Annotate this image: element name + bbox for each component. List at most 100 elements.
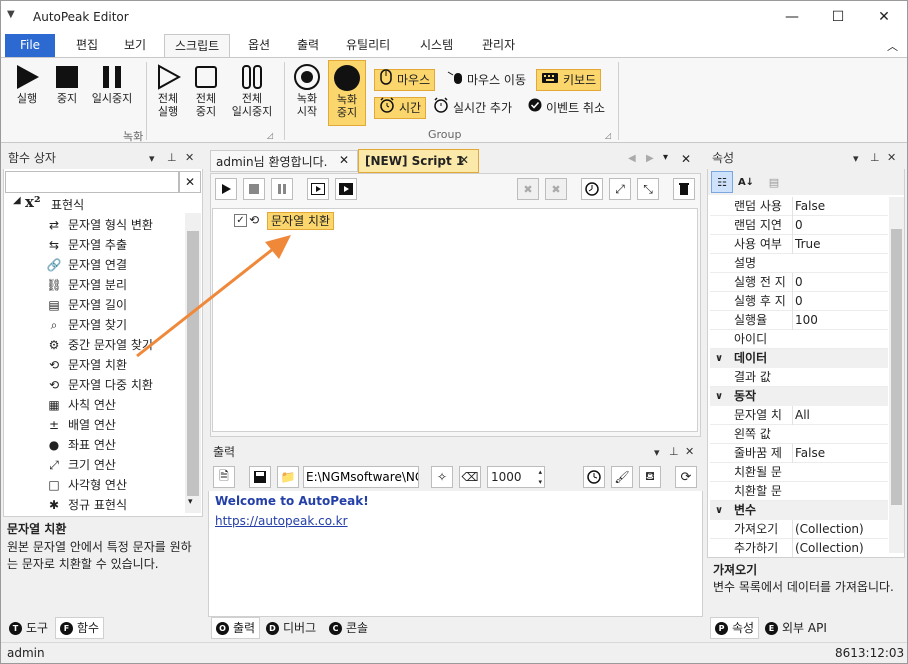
save-button[interactable]	[249, 466, 271, 488]
brush-button[interactable]: 🖌	[611, 466, 633, 488]
folder-icon: 📁	[280, 470, 296, 484]
property-value[interactable]: 0	[792, 216, 888, 235]
property-name: 설명	[734, 256, 757, 270]
property-row[interactable]: 왼쪽 값	[710, 425, 888, 444]
property-name: 문자열 치	[734, 408, 782, 422]
output-panel-title: 출력	[208, 441, 703, 463]
property-value[interactable]: (Collection)	[792, 539, 888, 558]
file-clock-icon: 🗎	[219, 468, 229, 483]
property-value[interactable]: All	[792, 406, 888, 425]
pin-icon[interactable]: ⊥	[870, 151, 880, 164]
status-time: 8613:12:03	[835, 646, 905, 660]
property-row[interactable]: 문자열 치 All	[710, 406, 888, 425]
property-row[interactable]: 추가하기 (Collection)	[710, 539, 888, 558]
tab-external-api[interactable]: E 외부 API	[761, 617, 831, 639]
category-title: 변수	[734, 503, 757, 517]
property-row[interactable]: 결과 값	[710, 368, 888, 387]
website-link[interactable]: https://autopeak.co.kr	[215, 514, 348, 528]
property-category[interactable]: ∨ 데이터	[710, 349, 888, 368]
tab-properties[interactable]: P 속성	[710, 617, 760, 639]
property-category[interactable]: ∨ 변수	[710, 501, 888, 520]
tab-debug[interactable]: D 디버그	[262, 617, 320, 639]
broom-icon: ✧	[436, 470, 448, 484]
property-name: 랜덤 지연	[734, 218, 782, 232]
clean-button[interactable]: ✧	[431, 466, 453, 488]
property-row[interactable]: 아이디	[710, 330, 888, 349]
property-name: 줄바꿈 제	[734, 446, 782, 460]
tab-console[interactable]: C 콘솔	[325, 617, 372, 639]
chevron-down-icon[interactable]: ∨	[715, 349, 723, 368]
property-name: 아이디	[734, 332, 768, 346]
pin-icon[interactable]: ⊥	[669, 445, 679, 458]
property-name: 사용 여부	[734, 237, 782, 251]
property-row[interactable]: 실행 전 지 0	[710, 273, 888, 292]
property-value[interactable]: 0	[792, 292, 888, 311]
save-icon	[254, 471, 266, 483]
property-name: 추가하기	[734, 541, 779, 555]
property-row[interactable]: 치환될 문	[710, 463, 888, 482]
property-row[interactable]: 치환할 문	[710, 482, 888, 501]
property-name: 가져오기	[734, 522, 779, 536]
property-row[interactable]: 사용 여부 True	[710, 235, 888, 254]
tab-output-log[interactable]: O 출력	[211, 617, 261, 639]
property-name: 왼쪽 값	[734, 427, 771, 441]
chevron-down-icon[interactable]: ∨	[715, 387, 723, 406]
property-name: 치환할 문	[734, 484, 782, 498]
pages-icon: ▤	[768, 175, 780, 189]
property-row[interactable]: 줄바꿈 제 False	[710, 444, 888, 463]
property-row[interactable]: 실행율 100	[710, 311, 888, 330]
app-window: ▼ AutoPeak Editor — ☐ ✕ File 편집 보기 스크립트 …	[0, 0, 908, 664]
categorized-button[interactable]: ☷	[711, 171, 733, 193]
dropdown-icon[interactable]: ▾	[853, 152, 859, 165]
eraser-icon: ⌫	[461, 470, 479, 484]
property-value[interactable]: False	[792, 197, 888, 216]
status-bar: admin 8613:12:03	[1, 642, 907, 663]
property-row[interactable]: 가져오기 (Collection)	[710, 520, 888, 539]
dropdown-icon[interactable]: ▾	[654, 446, 660, 459]
refresh-button[interactable]: ⟳	[675, 466, 697, 488]
property-row[interactable]: 랜덤 사용 False	[710, 197, 888, 216]
status-user: admin	[7, 646, 45, 660]
chevron-down-icon[interactable]: ∨	[715, 501, 723, 520]
category-title: 동작	[734, 389, 757, 403]
property-desc-text: 변수 목록에서 데이터를 가져옵니다.	[713, 580, 894, 594]
property-name: 실행 후 지	[734, 294, 786, 308]
line-count-stepper[interactable]: 1000 ▴ ▾	[487, 466, 545, 488]
property-name: 랜덤 사용	[734, 199, 782, 213]
property-desc-title: 가져오기	[713, 563, 758, 577]
property-name: 실행 전 지	[734, 275, 786, 289]
paint-bucket-icon: ⛾	[645, 469, 655, 483]
scrollbar[interactable]	[889, 197, 904, 553]
property-row[interactable]: 실행 후 지 0	[710, 292, 888, 311]
property-row[interactable]: 랜덤 지연 0	[710, 216, 888, 235]
property-value[interactable]: (Collection)	[792, 520, 888, 539]
timestamp-button[interactable]	[583, 466, 605, 488]
brush-icon: 🖌	[614, 470, 630, 484]
property-description: 가져오기 변수 목록에서 데이터를 가져옵니다.	[707, 557, 905, 617]
property-value[interactable]: 100	[792, 311, 888, 330]
fill-button[interactable]: ⛾	[639, 466, 661, 488]
property-name: 실행율	[734, 313, 768, 327]
sort-az-icon: A↓	[737, 176, 755, 188]
property-value[interactable]: False	[792, 444, 888, 463]
open-folder-button[interactable]: 📁	[277, 466, 299, 488]
property-category[interactable]: ∨ 동작	[710, 387, 888, 406]
spin-icon[interactable]: ▴ ▾	[538, 467, 542, 487]
welcome-message: Welcome to AutoPeak!	[215, 494, 369, 508]
sort-alpha-button[interactable]: A↓	[735, 171, 757, 193]
close-icon[interactable]: ✕	[685, 445, 694, 458]
scroll-thumb[interactable]	[891, 229, 902, 505]
property-row[interactable]: 설명	[710, 254, 888, 273]
erase-button[interactable]: ⌫	[459, 466, 481, 488]
output-file-button[interactable]: 🗎	[213, 466, 235, 488]
close-icon[interactable]: ✕	[887, 151, 896, 164]
property-name: 결과 값	[734, 370, 771, 384]
property-value[interactable]: 0	[792, 273, 888, 292]
property-pages-button[interactable]: ▤	[763, 171, 785, 193]
refresh-icon: ⟳	[680, 469, 692, 485]
property-value[interactable]: True	[792, 235, 888, 254]
categorized-icon: ☷	[717, 175, 727, 189]
category-title: 데이터	[734, 351, 768, 365]
output-path-input[interactable]	[303, 466, 419, 488]
clock-icon	[587, 470, 601, 484]
